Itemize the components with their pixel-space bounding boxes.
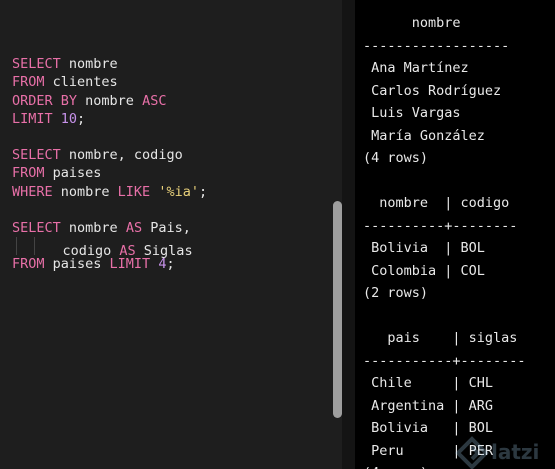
sql-keyword: WHERE [12,183,53,200]
sql-keyword: SELECT [12,147,61,164]
result-line: Colombia | COL [363,262,485,279]
app-window: SELECT nombre FROM clientes ORDER BY nombr… [0,0,555,469]
query-results-output: nombre ------------------ Ana Martínez Ca… [363,12,526,469]
sql-text: nombre, codigo [60,147,183,164]
code-line[interactable] [12,201,207,219]
code-line[interactable]: SELECT nombre AS Pais, [12,219,207,237]
sql-number: 10 [60,110,78,127]
sql-text: Pais, [142,219,191,236]
result-line [363,305,526,328]
result-line [363,170,526,193]
platzi-watermark: latzi [455,436,555,469]
sql-keyword: LIMIT [109,256,151,273]
sql-keyword: AS [125,219,143,236]
sql-keyword: SELECT [12,56,61,73]
sql-text: nombre [52,183,118,200]
sql-text: paises [44,165,102,182]
sql-keyword: SELECT [12,219,61,236]
result-line: María González [363,127,485,144]
result-line: Carlos Rodríguez [363,82,502,99]
sql-text: ; [198,183,208,200]
sql-keyword: ASC [142,92,167,109]
sql-keyword: FROM [12,165,45,182]
result-line: Luis Vargas [363,105,461,121]
code-line[interactable]: ORDER BY nombre ASC [12,92,207,110]
code-line[interactable] [12,128,207,146]
sql-text: clientes [44,74,118,91]
query-results-panel: nombre ------------------ Ana Martínez Ca… [355,0,555,469]
editor-code[interactable]: SELECT nombre FROM clientes ORDER BY nombr… [12,37,207,273]
code-line[interactable] [12,37,207,55]
result-line: Ana Martínez [363,60,469,76]
result-line: nombre [363,15,461,31]
code-line[interactable]: FROM clientes [12,73,207,91]
result-line: ----------+-------- [363,217,518,234]
editor-scrollbar[interactable] [333,201,342,418]
sql-editor[interactable]: SELECT nombre FROM clientes ORDER BY nombr… [0,0,342,469]
result-line: Chile | CHL [363,375,494,391]
sql-text: paises [44,256,110,273]
sql-keyword: LIKE [117,183,151,200]
sql-text: nombre [60,219,126,236]
code-line[interactable]: SELECT nombre, codigo [12,146,207,164]
result-line: Bolivia | BOL [363,240,485,256]
indent-guide [12,237,35,256]
code-line[interactable]: SELECT nombre [12,55,207,73]
result-line: pais | siglas [363,330,518,346]
sql-string: '%ia' [158,183,199,200]
result-line: (2 rows) [363,285,429,301]
code-line[interactable]: codigo AS Siglas [12,237,207,259]
sql-keyword: FROM [12,256,45,273]
sql-text: nombre [77,92,143,109]
watermark-text: latzi [491,440,540,464]
sql-keyword: FROM [12,74,45,91]
sql-keyword: LIMIT [12,110,53,127]
platzi-logo-icon [455,436,489,469]
sql-text: ; [77,110,86,127]
code-line[interactable]: LIMIT 10; [12,110,207,128]
code-line[interactable]: WHERE nombre LIKE '%ia'; [12,183,207,201]
sql-text: ; [166,256,175,273]
result-line: -----------+-------- [363,352,526,369]
sql-text: nombre [60,56,118,73]
code-line[interactable]: FROM paises [12,164,207,182]
result-line: ------------------ [363,37,510,54]
result-line: (4 rows) [363,150,429,166]
result-line: Argentina | ARG [363,397,494,414]
sql-keyword: ORDER BY [12,92,78,109]
pane-divider[interactable] [342,0,355,469]
result-line: nombre | codigo [363,195,510,211]
